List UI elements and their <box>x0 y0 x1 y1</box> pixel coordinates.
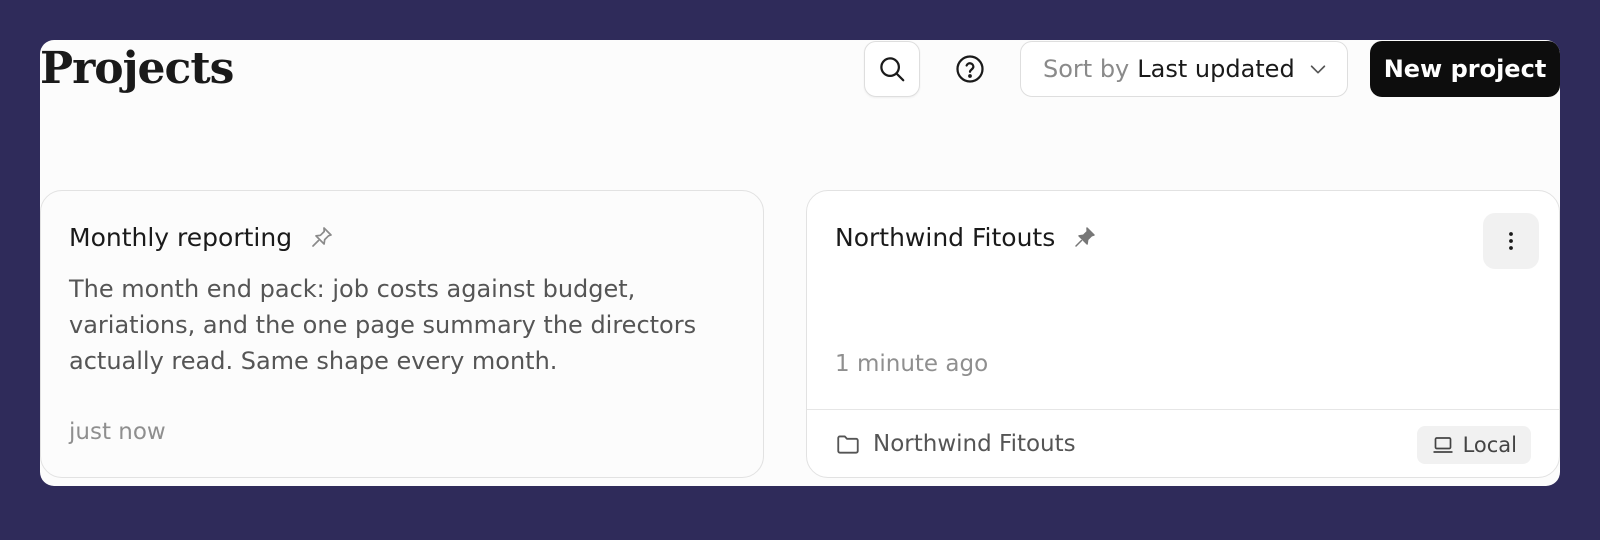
more-vertical-icon <box>1509 232 1513 250</box>
card-title-row: Northwind Fitouts <box>835 221 1097 253</box>
project-title: Monthly reporting <box>69 222 293 252</box>
folder-icon <box>837 435 859 454</box>
sort-value: Last updated <box>1137 55 1295 83</box>
more-options-button[interactable] <box>1483 213 1539 269</box>
card-title-row: Monthly reporting <box>69 221 334 253</box>
project-description: The month end pack: job costs against bu… <box>69 275 697 375</box>
location-badge: Local <box>1416 426 1531 464</box>
projects-window: Projects Sort by Last updated New projec… <box>40 40 1560 486</box>
search-icon <box>880 57 905 82</box>
help-circle-icon <box>956 55 984 83</box>
project-title: Northwind Fitouts <box>835 222 1056 252</box>
search-button[interactable] <box>864 41 920 97</box>
toolbar: Sort by Last updated New project <box>864 40 1560 98</box>
sort-label: Sort by <box>1043 55 1130 83</box>
sort-dropdown[interactable]: Sort by Last updated <box>1020 41 1348 97</box>
help-button[interactable] <box>942 41 998 97</box>
card-footer: Northwind Fitouts Local <box>807 409 1559 477</box>
updated-time: 1 minute ago <box>835 351 989 377</box>
project-card[interactable]: Northwind Fitouts 1 minute ago Northwind… <box>806 190 1560 478</box>
location-label: Local <box>1462 433 1517 457</box>
folder-name: Northwind Fitouts <box>873 431 1076 457</box>
folder-link[interactable]: Northwind Fitouts <box>835 428 1076 460</box>
page-title: Projects <box>40 43 234 94</box>
project-card[interactable]: Monthly reporting The month end pack: jo… <box>40 190 764 478</box>
laptop-icon <box>1433 437 1453 453</box>
pin-icon[interactable] <box>310 225 334 249</box>
new-project-button[interactable]: New project <box>1370 41 1560 97</box>
updated-time: just now <box>69 419 166 445</box>
chevron-down-icon <box>1307 58 1329 80</box>
pin-icon[interactable] <box>1073 225 1097 249</box>
